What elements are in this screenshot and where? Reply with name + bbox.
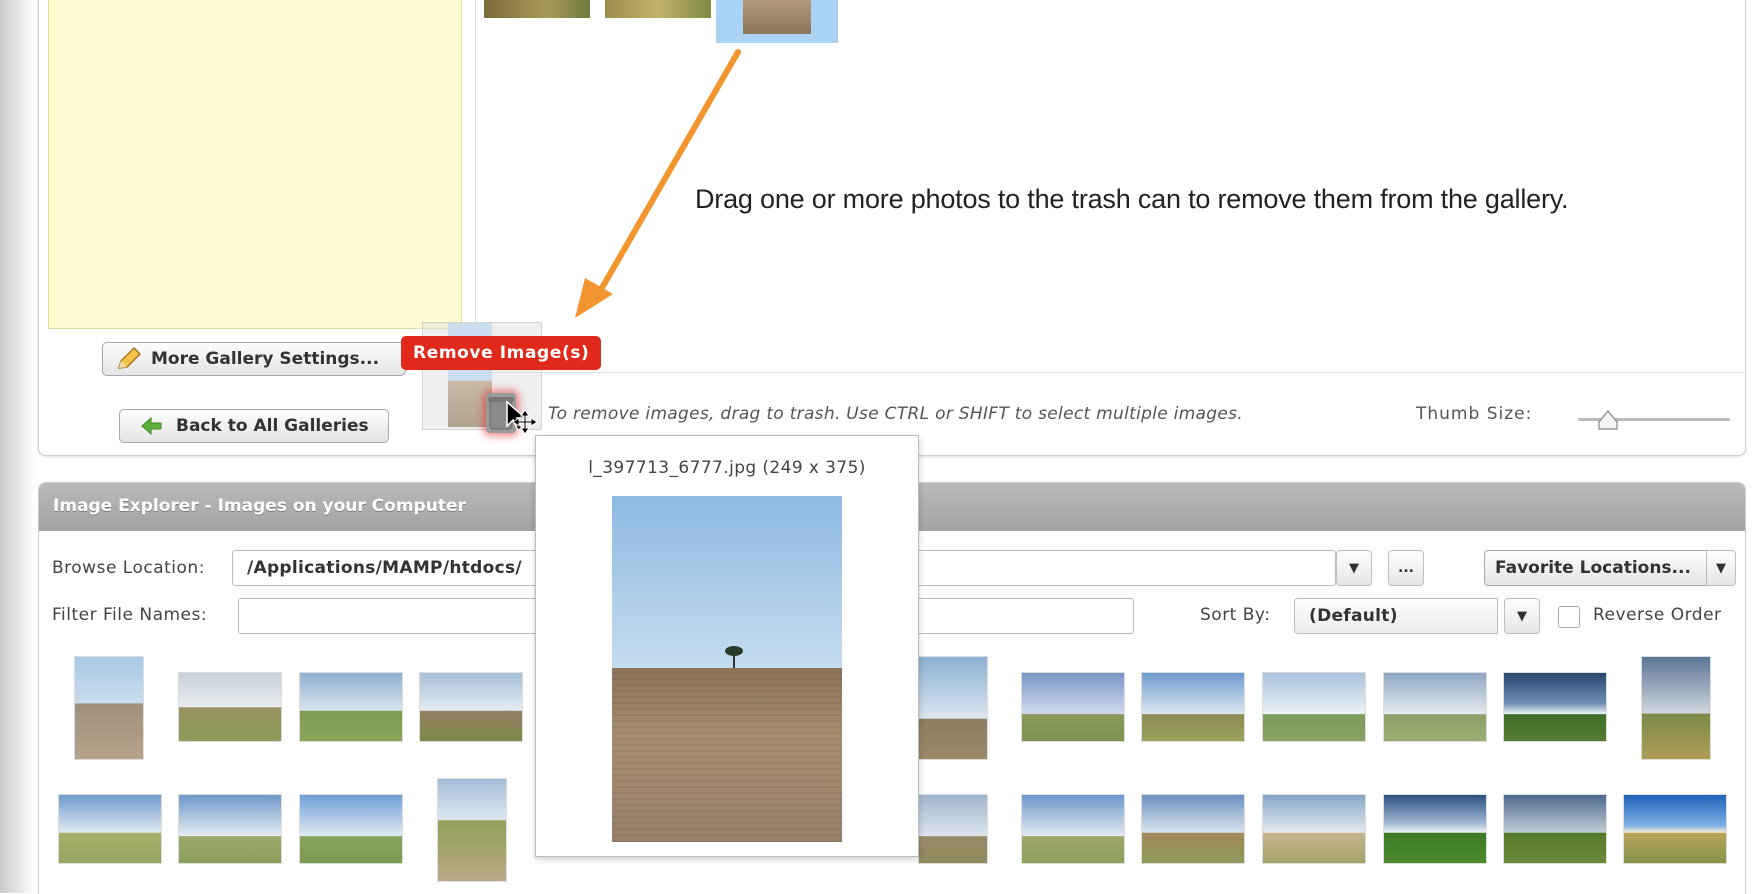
image-preview-caption: l_397713_6777.jpg (249 x 375) [588, 458, 866, 478]
image-thumbnail[interactable] [1383, 794, 1487, 864]
remove-images-badge: Remove Image(s) [401, 336, 602, 370]
back-to-all-galleries-label: Back to All Galleries [176, 416, 369, 436]
image-thumbnail[interactable] [1021, 794, 1125, 864]
image-thumbnail[interactable] [1383, 672, 1487, 742]
sort-by-select[interactable]: (Default) [1294, 598, 1498, 634]
preview-sky [612, 496, 842, 668]
image-thumbnail[interactable] [299, 794, 403, 864]
preview-tree [733, 654, 735, 668]
arrow-left-icon [141, 417, 162, 435]
image-thumbnail[interactable] [1262, 794, 1366, 864]
browse-location-value: /Applications/MAMP/htdocs/ [247, 558, 522, 578]
favorite-locations-label: Favorite Locations... [1495, 558, 1691, 578]
sort-by-dropdown[interactable]: ▼ [1504, 598, 1540, 634]
image-thumbnail[interactable] [1641, 656, 1711, 760]
thumb-size-label: Thumb Size: [1416, 404, 1533, 424]
back-to-all-galleries-button[interactable]: Back to All Galleries [119, 409, 389, 443]
image-thumbnail[interactable] [178, 794, 282, 864]
reverse-order-checkbox[interactable] [1558, 606, 1580, 628]
favorite-locations-dropdown[interactable]: ▼ [1706, 550, 1736, 586]
more-gallery-settings-button[interactable]: More Gallery Settings... [102, 342, 406, 376]
chevron-down-icon: ▼ [1517, 608, 1527, 624]
browse-location-label: Browse Location: [52, 558, 205, 578]
image-explorer-title: Image Explorer - Images on your Computer [53, 496, 466, 516]
sort-by-value: (Default) [1309, 606, 1398, 626]
browse-button[interactable]: ... [1388, 550, 1424, 586]
filter-file-names-label: Filter File Names: [52, 605, 208, 625]
image-thumbnail[interactable] [58, 794, 162, 864]
preview-tree-canopy [725, 646, 743, 656]
browse-location-dropdown[interactable]: ▼ [1336, 550, 1372, 586]
image-thumbnail[interactable] [74, 656, 144, 760]
instruction-text: Drag one or more photos to the trash can… [695, 184, 1569, 214]
thumb-size-slider-knob[interactable] [1597, 409, 1619, 431]
remove-hint-text: To remove images, drag to trash. Use CTR… [548, 404, 1243, 424]
image-thumbnail[interactable] [437, 778, 507, 882]
image-thumbnail[interactable] [1021, 672, 1125, 742]
preview-ground [612, 668, 842, 842]
image-thumbnail[interactable] [1262, 672, 1366, 742]
more-gallery-settings-label: More Gallery Settings... [151, 349, 380, 369]
favorite-locations-button[interactable]: Favorite Locations... [1484, 550, 1708, 586]
image-thumbnail[interactable] [918, 656, 988, 760]
image-thumbnail[interactable] [1623, 794, 1727, 864]
move-cursor-icon [506, 400, 538, 435]
image-thumbnail[interactable] [918, 794, 988, 864]
chevron-down-icon: ▼ [1716, 560, 1726, 576]
image-thumbnail[interactable] [178, 672, 282, 742]
image-thumbnail[interactable] [1503, 794, 1607, 864]
image-preview-popup: l_397713_6777.jpg (249 x 375) [535, 435, 919, 857]
image-thumbnail[interactable] [1141, 672, 1245, 742]
browse-button-label: ... [1398, 560, 1414, 576]
image-preview-photo [612, 496, 842, 842]
image-thumbnail[interactable] [1503, 672, 1607, 742]
reverse-order-label: Reverse Order [1593, 605, 1722, 625]
image-thumbnail[interactable] [419, 672, 523, 742]
sort-by-label: Sort By: [1200, 605, 1271, 625]
app-window: Drag one or more photos to the trash can… [0, 0, 1757, 894]
image-thumbnail[interactable] [1141, 794, 1245, 864]
chevron-down-icon: ▼ [1349, 560, 1359, 576]
pencil-icon [117, 346, 142, 369]
image-thumbnail[interactable] [299, 672, 403, 742]
